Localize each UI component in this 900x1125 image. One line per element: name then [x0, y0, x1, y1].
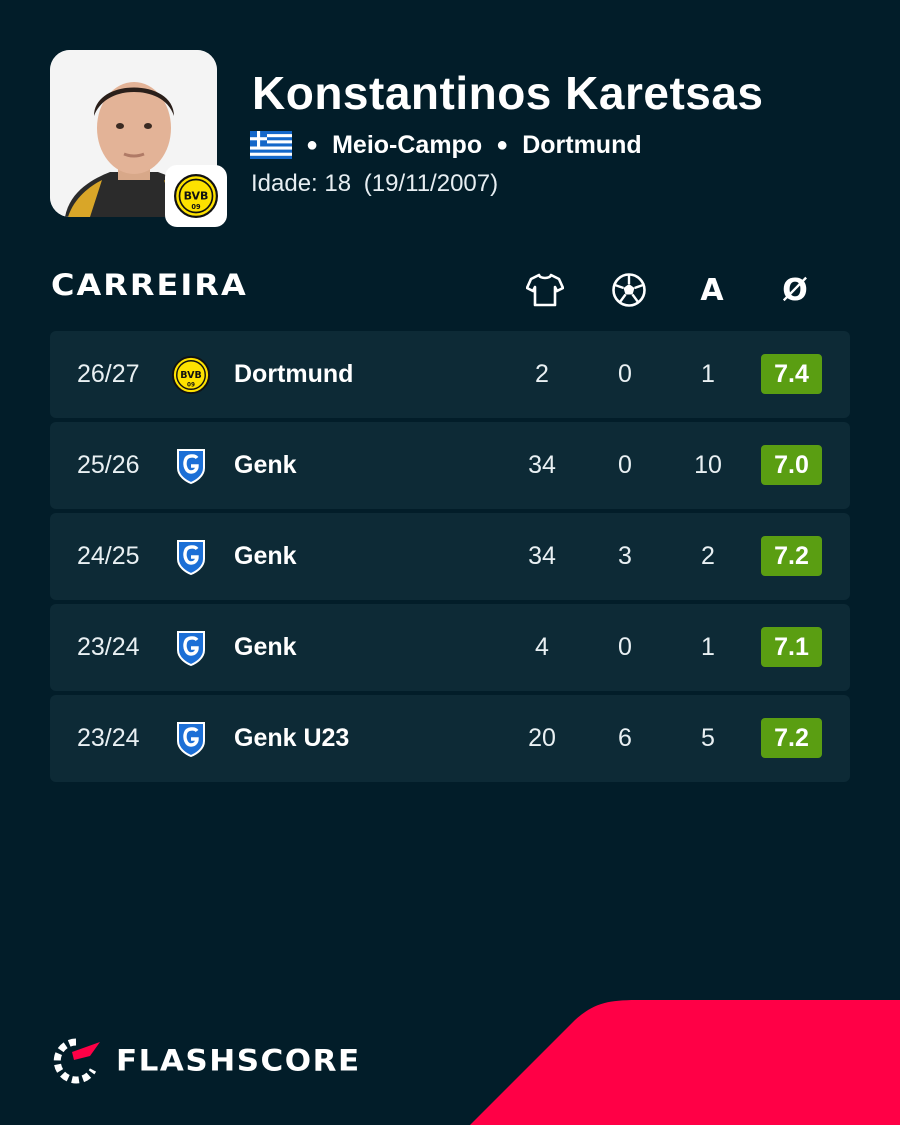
goals: 6: [618, 724, 632, 752]
career-row: 26/27 BVB 09 Dortmund 2 0 1 7.4: [50, 331, 850, 418]
club-name: Dortmund: [234, 360, 354, 388]
player-club: Dortmund: [522, 130, 642, 159]
career-row: 23/24 Genk U23 20 6 5 7.2: [50, 695, 850, 782]
bvb-logo-icon: BVB 09: [172, 356, 210, 394]
separator-dot: ●: [496, 133, 509, 156]
assists: 1: [701, 360, 715, 388]
appearances: 34: [528, 451, 556, 479]
club-badge: BVB 09: [165, 165, 227, 227]
age-value: 18: [324, 170, 352, 197]
rating-badge: 7.0: [761, 445, 822, 485]
genk-logo-icon: [172, 629, 210, 667]
section-title-career: CARREIRA: [51, 267, 248, 303]
club-name: Genk: [234, 633, 297, 661]
rating-badge: 7.2: [761, 536, 822, 576]
decorative-red-shape: [470, 1000, 900, 1125]
goals: 0: [618, 633, 632, 661]
assists: 2: [701, 542, 715, 570]
season: 24/25: [77, 542, 140, 570]
svg-text:09: 09: [191, 203, 201, 211]
genk-logo-icon: [177, 722, 205, 757]
ball-icon: [612, 273, 646, 307]
club-name: Genk: [234, 451, 297, 479]
assists: 10: [694, 451, 722, 479]
shirt-icon: [526, 273, 564, 307]
career-row: 25/26 Genk 34 0 10 7.0: [50, 422, 850, 509]
goals: 0: [618, 360, 632, 388]
goals: 0: [618, 451, 632, 479]
appearances: 2: [535, 360, 549, 388]
season: 26/27: [77, 360, 140, 388]
assists-column-header: A: [700, 272, 724, 308]
career-row: 24/25 Genk 34 3 2 7.2: [50, 513, 850, 600]
player-name: Konstantinos Karetsas: [252, 67, 764, 119]
club-name: Genk: [234, 542, 297, 570]
player-position: Meio-Campo: [332, 130, 483, 159]
genk-logo-icon: [177, 540, 205, 575]
birth-date: (19/11/2007): [363, 170, 499, 197]
age-label: Idade:: [251, 170, 318, 197]
rating-column-header: Ø: [782, 272, 808, 308]
season: 25/26: [77, 451, 140, 479]
genk-logo-icon: [172, 538, 210, 576]
genk-logo-icon: [177, 449, 205, 484]
rating-badge: 7.2: [761, 718, 822, 758]
goals-column-header: [609, 270, 649, 310]
brand-name: FLASHSCORE: [116, 1043, 361, 1079]
club-name: Genk U23: [234, 724, 350, 752]
assists: 5: [701, 724, 715, 752]
genk-logo-icon: [172, 720, 210, 758]
rating-badge: 7.4: [761, 354, 822, 394]
svg-text:09: 09: [187, 382, 195, 388]
bvb-logo-icon: BVB 09: [172, 356, 210, 394]
rating-badge: 7.1: [761, 627, 822, 667]
goals: 3: [618, 542, 632, 570]
appearances: 34: [528, 542, 556, 570]
svg-text:BVB: BVB: [184, 189, 209, 202]
season: 23/24: [77, 724, 140, 752]
flashscore-logo-icon: [53, 1038, 100, 1084]
greece-flag-icon: [250, 131, 292, 159]
genk-logo-icon: [177, 631, 205, 666]
svg-text:BVB: BVB: [180, 370, 201, 381]
player-meta: ● Meio-Campo ● Dortmund: [250, 128, 642, 162]
genk-logo-icon: [172, 447, 210, 485]
flashscore-brand: FLASHSCORE: [50, 1038, 361, 1084]
player-age: Idade: 18 (19/11/2007): [251, 170, 498, 198]
separator-dot: ●: [306, 133, 319, 156]
assists: 1: [701, 633, 715, 661]
appearances-column-header: [525, 270, 565, 310]
bvb-logo-icon: BVB 09: [174, 174, 218, 218]
season: 23/24: [77, 633, 140, 661]
career-row: 23/24 Genk 4 0 1 7.1: [50, 604, 850, 691]
appearances: 20: [528, 724, 556, 752]
appearances: 4: [535, 633, 549, 661]
